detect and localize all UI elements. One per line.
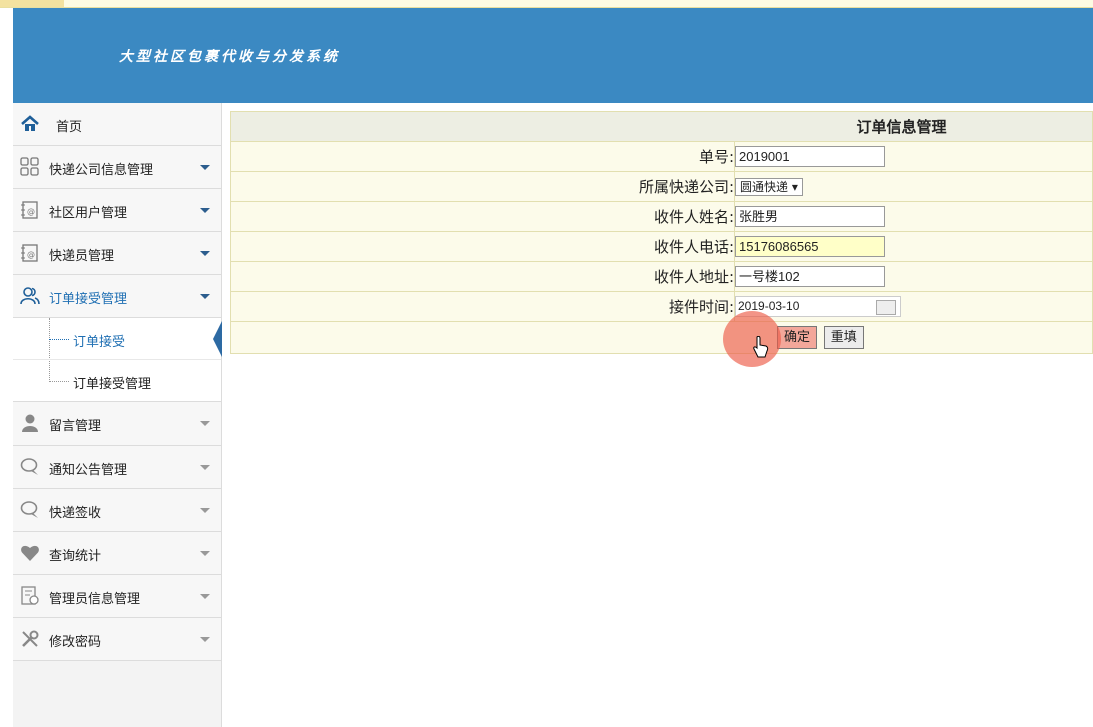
- tree-connector: [49, 339, 69, 340]
- company-select-value: 圆通快递: [740, 179, 789, 194]
- sidebar: 首页 快递公司信息管理 @ 社区用户管理 @ 快递员管理 订单接受管理 订单接受…: [13, 103, 222, 727]
- sidebar-item-label: 修改密码: [49, 635, 102, 650]
- chevron-down-icon[interactable]: [200, 465, 210, 470]
- click-highlight: [723, 311, 781, 367]
- submenu-item-label: 订单接受管理: [73, 377, 152, 392]
- chevron-down-icon[interactable]: [200, 551, 210, 556]
- submenu-item-order-accept[interactable]: 订单接受: [13, 318, 222, 359]
- sidebar-item-admin-info[interactable]: 管理员信息管理: [13, 575, 221, 618]
- chat-icon: [20, 501, 38, 518]
- chevron-down-icon[interactable]: [200, 208, 210, 213]
- reset-button[interactable]: 重填: [823, 326, 864, 349]
- form-actions: 确定 重填: [230, 321, 1093, 354]
- heart-icon: [21, 545, 39, 561]
- sidebar-item-label: 订单接受管理: [49, 292, 128, 307]
- sidebar-item-label: 快递公司信息管理: [49, 163, 154, 178]
- sidebar-item-delivery-signoff[interactable]: 快递签收: [13, 489, 221, 532]
- sidebar-item-label: 查询统计: [49, 549, 102, 564]
- chevron-down-icon[interactable]: [200, 508, 210, 513]
- sidebar-item-courier-company[interactable]: 快递公司信息管理: [13, 146, 221, 189]
- chevron-down-icon[interactable]: [200, 421, 210, 426]
- sidebar-item-order-acceptance[interactable]: 订单接受管理: [13, 275, 221, 318]
- svg-text:@: @: [27, 207, 35, 216]
- app-title: 大型社区包裹代收与分发系统: [119, 49, 340, 65]
- recipient-phone-input[interactable]: 15176086565: [735, 236, 885, 257]
- chevron-down-icon[interactable]: [200, 637, 210, 642]
- chevron-down-icon[interactable]: [200, 294, 210, 299]
- recipient-address-input[interactable]: 一号楼102: [735, 266, 885, 287]
- user-icon: [22, 414, 38, 432]
- sidebar-item-label: 管理员信息管理: [49, 592, 141, 607]
- tree-connector: [49, 381, 69, 382]
- sidebar-item-change-password[interactable]: 修改密码: [13, 618, 221, 661]
- confirm-button[interactable]: 确定: [777, 326, 818, 349]
- dropdown-arrow-icon: ▾: [791, 179, 798, 194]
- sidebar-item-label: 首页: [56, 120, 83, 135]
- order-no-label: 单号:: [230, 141, 735, 172]
- top-strip-tab: [0, 0, 64, 7]
- sidebar-item-home[interactable]: 首页: [13, 103, 221, 146]
- order-submenu: 订单接受 订单接受管理: [13, 318, 222, 402]
- sidebar-item-label: 快递员管理: [49, 249, 115, 264]
- recipient-address-label: 收件人地址:: [230, 261, 735, 292]
- chat-icon: [20, 458, 38, 475]
- sidebar-item-notices[interactable]: 通知公告管理: [13, 446, 221, 489]
- tools-icon: [22, 630, 39, 647]
- hand-cursor-icon: [753, 336, 769, 358]
- order-no-input[interactable]: 2019001: [735, 146, 885, 167]
- users-icon: [20, 287, 40, 305]
- company-select[interactable]: 圆通快递 ▾: [735, 177, 803, 196]
- pickup-time-label: 接件时间:: [230, 291, 735, 322]
- home-icon: [21, 115, 39, 131]
- active-indicator: [213, 321, 222, 357]
- order-form: 订单信息管理 单号: 2019001 所属快递公司: 圆通快递 ▾ 收件人姓名:…: [230, 111, 1093, 354]
- recipient-name-label: 收件人姓名:: [230, 201, 735, 232]
- top-strip: [0, 0, 1093, 8]
- svg-text:@: @: [27, 250, 35, 259]
- sidebar-item-label: 留言管理: [49, 419, 102, 434]
- grid-icon: [20, 157, 39, 176]
- form-title: 订单信息管理: [230, 111, 1093, 142]
- sidebar-item-couriers[interactable]: @ 快递员管理: [13, 232, 221, 275]
- left-edge: [0, 8, 13, 727]
- app-header: 大型社区包裹代收与分发系统: [13, 8, 1093, 103]
- sidebar-item-community-users[interactable]: @ 社区用户管理: [13, 189, 221, 232]
- recipient-phone-label: 收件人电话:: [230, 231, 735, 262]
- calendar-icon[interactable]: [876, 300, 896, 315]
- recipient-name-input[interactable]: 张胜男: [735, 206, 885, 227]
- submenu-item-order-manage[interactable]: 订单接受管理: [13, 359, 221, 401]
- submenu-item-label: 订单接受: [73, 335, 126, 350]
- sidebar-item-label: 快递签收: [49, 506, 102, 521]
- main-content: 订单信息管理 单号: 2019001 所属快递公司: 圆通快递 ▾ 收件人姓名:…: [230, 111, 1093, 354]
- chevron-down-icon[interactable]: [200, 251, 210, 256]
- company-label: 所属快递公司:: [230, 171, 735, 202]
- contact-book-icon: @: [21, 201, 38, 219]
- sidebar-item-label: 通知公告管理: [49, 463, 128, 478]
- sidebar-item-query-stats[interactable]: 查询统计: [13, 532, 221, 575]
- contact-book-icon: @: [21, 244, 38, 262]
- admin-doc-icon: [21, 586, 39, 605]
- sidebar-item-messages[interactable]: 留言管理: [13, 402, 221, 446]
- chevron-down-icon[interactable]: [200, 165, 210, 170]
- chevron-down-icon[interactable]: [200, 594, 210, 599]
- sidebar-item-label: 社区用户管理: [49, 206, 128, 221]
